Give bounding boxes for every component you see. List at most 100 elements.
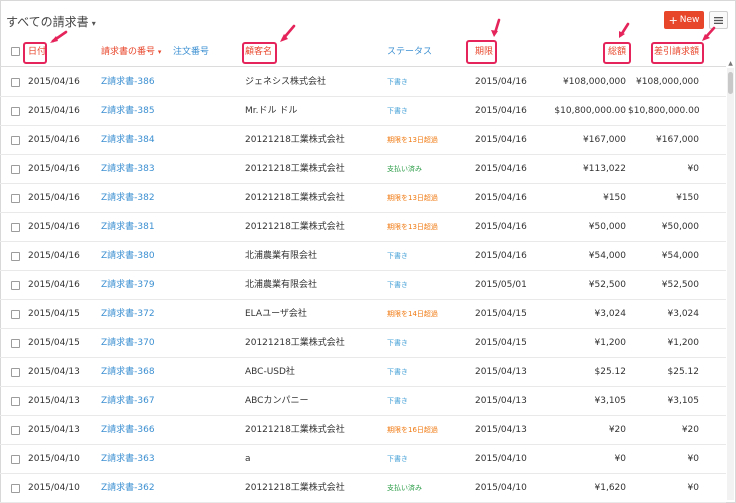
table-row[interactable]: 2015/04/16 Z請求書-384 20121218工業株式会社 期限を13日超過…: [0, 126, 726, 155]
row-total: ¥1,620: [594, 483, 627, 493]
new-invoice-button[interactable]: + New: [664, 11, 704, 29]
scrollbar-track[interactable]: [727, 68, 734, 500]
row-invoice-link[interactable]: Z請求書-379: [101, 271, 155, 300]
row-total: ¥54,000: [588, 251, 626, 261]
row-status: 下書き: [387, 281, 408, 289]
row-invoice-link[interactable]: Z請求書-382: [101, 184, 155, 213]
row-date: 2015/04/13: [28, 367, 80, 377]
row-checkbox[interactable]: [11, 78, 20, 87]
view-selector[interactable]: すべての請求書 ▾: [6, 13, 96, 30]
row-customer: a: [245, 454, 251, 464]
row-invoice-link[interactable]: Z請求書-367: [101, 387, 155, 416]
table-row[interactable]: 2015/04/16 Z請求書-386 ジェネシス株式会社 下書き 2015/04/16…: [0, 68, 726, 97]
highlight-customer-column: [242, 42, 277, 64]
row-date: 2015/04/15: [28, 338, 80, 348]
row-date: 2015/04/16: [28, 135, 80, 145]
row-checkbox[interactable]: [11, 339, 20, 348]
table-row[interactable]: 2015/04/13 Z請求書-367 ABCカンパニー 下書き 2015/04/13 ¥…: [0, 387, 726, 416]
highlight-date-column: [23, 42, 47, 64]
row-due-date: 2015/04/13: [475, 396, 527, 406]
highlight-balance-column: [651, 42, 704, 64]
row-status: 期限を13日超過: [387, 194, 438, 202]
scrollbar-thumb[interactable]: [728, 72, 733, 94]
row-checkbox[interactable]: [11, 165, 20, 174]
row-balance-due: ¥108,000,000: [636, 77, 699, 87]
menu-button[interactable]: [709, 11, 728, 29]
row-checkbox[interactable]: [11, 252, 20, 261]
row-invoice-link[interactable]: Z請求書-383: [101, 155, 155, 184]
row-balance-due: ¥20: [681, 425, 699, 435]
row-due-date: 2015/04/13: [475, 367, 527, 377]
row-customer: Mr.ドル ドル: [245, 106, 298, 116]
table-row[interactable]: 2015/04/16 Z請求書-380 北浦農業有限会社 下書き 2015/04/16 ¥…: [0, 242, 726, 271]
row-total: ¥108,000,000: [563, 77, 626, 87]
row-total: ¥150: [603, 193, 626, 203]
row-invoice-link[interactable]: Z請求書-381: [101, 213, 155, 242]
row-due-date: 2015/04/16: [475, 193, 527, 203]
row-date: 2015/04/10: [28, 454, 80, 464]
row-customer: 20121218工業株式会社: [245, 338, 345, 348]
row-checkbox[interactable]: [11, 484, 20, 493]
row-status: 期限を13日超過: [387, 223, 438, 231]
row-due-date: 2015/04/10: [475, 483, 527, 493]
row-balance-due: ¥0: [687, 454, 699, 464]
row-invoice-link[interactable]: Z請求書-385: [101, 97, 155, 126]
row-checkbox[interactable]: [11, 194, 20, 203]
row-checkbox[interactable]: [11, 310, 20, 319]
row-due-date: 2015/04/16: [475, 135, 527, 145]
row-balance-due: ¥54,000: [661, 251, 699, 261]
row-checkbox[interactable]: [11, 397, 20, 406]
row-balance-due: $10,800,000.00: [628, 106, 699, 116]
row-balance-due: ¥50,000: [661, 222, 699, 232]
invoice-table-body: 2015/04/16 Z請求書-386 ジェネシス株式会社 下書き 2015/04/16…: [0, 68, 726, 503]
row-checkbox[interactable]: [11, 455, 20, 464]
table-row[interactable]: 2015/04/13 Z請求書-368 ABC-USD社 下書き 2015/04/13 $…: [0, 358, 726, 387]
row-invoice-link[interactable]: Z請求書-386: [101, 68, 155, 97]
column-invoice-number[interactable]: 請求書の番号 ▾: [101, 37, 161, 67]
row-status: 下書き: [387, 397, 408, 405]
row-invoice-link[interactable]: Z請求書-368: [101, 358, 155, 387]
row-checkbox[interactable]: [11, 107, 20, 116]
row-invoice-link[interactable]: Z請求書-370: [101, 329, 155, 358]
row-customer: ABC-USD社: [245, 367, 295, 377]
table-row[interactable]: 2015/04/15 Z請求書-370 20121218工業株式会社 下書き 2015/…: [0, 329, 726, 358]
table-row[interactable]: 2015/04/16 Z請求書-379 北浦農業有限会社 下書き 2015/05/01 ¥…: [0, 271, 726, 300]
table-row[interactable]: 2015/04/13 Z請求書-366 20121218工業株式会社 期限を16日超過…: [0, 416, 726, 445]
scroll-up-icon[interactable]: ▲: [727, 60, 734, 68]
row-customer: ABCカンパニー: [245, 396, 309, 406]
row-invoice-link[interactable]: Z請求書-380: [101, 242, 155, 271]
row-status: 下書き: [387, 339, 408, 347]
hamburger-menu-icon: [714, 16, 723, 24]
row-checkbox[interactable]: [11, 368, 20, 377]
row-total: ¥1,200: [594, 338, 627, 348]
row-status: 期限を13日超過: [387, 136, 438, 144]
row-invoice-link[interactable]: Z請求書-363: [101, 445, 155, 474]
select-all-checkbox[interactable]: [11, 47, 20, 56]
row-total: ¥113,022: [583, 164, 626, 174]
row-checkbox[interactable]: [11, 426, 20, 435]
table-row[interactable]: 2015/04/16 Z請求書-382 20121218工業株式会社 期限を13日超過…: [0, 184, 726, 213]
row-checkbox[interactable]: [11, 136, 20, 145]
row-due-date: 2015/04/16: [475, 106, 527, 116]
row-invoice-link[interactable]: Z請求書-372: [101, 300, 155, 329]
row-customer: 20121218工業株式会社: [245, 483, 345, 493]
table-row[interactable]: 2015/04/16 Z請求書-381 20121218工業株式会社 期限を13日超過…: [0, 213, 726, 242]
row-due-date: 2015/04/10: [475, 454, 527, 464]
row-invoice-link[interactable]: Z請求書-384: [101, 126, 155, 155]
row-invoice-link[interactable]: Z請求書-362: [101, 474, 155, 503]
row-checkbox[interactable]: [11, 223, 20, 232]
row-checkbox[interactable]: [11, 281, 20, 290]
table-row[interactable]: 2015/04/16 Z請求書-383 20121218工業株式会社 支払い済み 201…: [0, 155, 726, 184]
column-status[interactable]: ステータス: [387, 37, 432, 67]
table-row[interactable]: 2015/04/10 Z請求書-363 a 下書き 2015/04/10 ¥0 ¥0: [0, 445, 726, 474]
column-order-number[interactable]: 注文番号: [173, 37, 209, 67]
table-row[interactable]: 2015/04/10 Z請求書-362 20121218工業株式会社 支払い済み 201…: [0, 474, 726, 503]
row-status: 下書き: [387, 455, 408, 463]
row-date: 2015/04/16: [28, 106, 80, 116]
table-row[interactable]: 2015/04/16 Z請求書-385 Mr.ドル ドル 下書き 2015/04/16 $…: [0, 97, 726, 126]
row-total: ¥3,024: [594, 309, 627, 319]
column-invoice-number-label: 請求書の番号: [101, 47, 156, 57]
table-row[interactable]: 2015/04/15 Z請求書-372 ELAユーザ会社 期限を14日超過 2015/0…: [0, 300, 726, 329]
row-invoice-link[interactable]: Z請求書-366: [101, 416, 155, 445]
row-balance-due: ¥3,024: [667, 309, 700, 319]
